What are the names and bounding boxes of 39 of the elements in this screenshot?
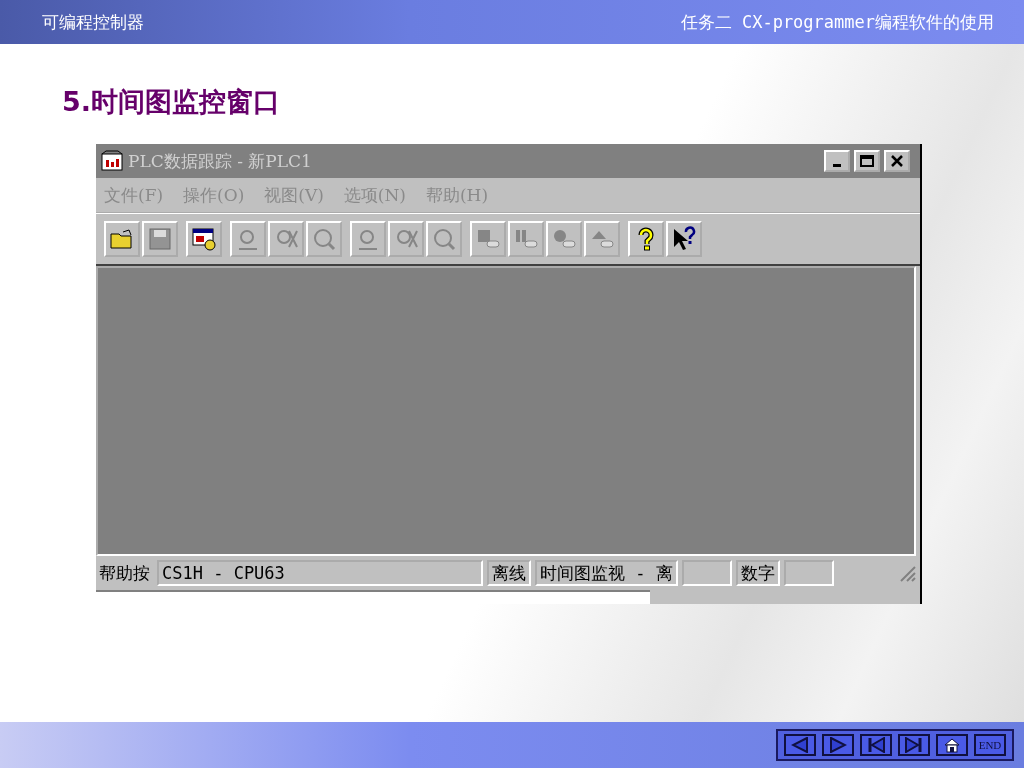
nav-button[interactable] <box>936 734 968 756</box>
slide-heading: 5.时间图监控窗口 <box>62 85 282 119</box>
toolbar-button[interactable] <box>666 221 702 257</box>
status-text: 帮助按 <box>98 561 151 585</box>
minimize-icon <box>833 163 841 167</box>
status-pane: CS1H - CPU63 <box>157 560 483 586</box>
status-pane: 数字 <box>735 560 780 586</box>
magnifier-icon <box>431 227 457 251</box>
window-title: PLC数据跟踪 - 新PLC1 <box>128 149 313 173</box>
window-gear-icon <box>191 227 217 251</box>
task-title: 任务二 CX-programmer编程软件的使用 <box>680 10 994 34</box>
skip-back-icon <box>867 737 885 753</box>
question-mark-icon <box>638 227 654 251</box>
folder-icon <box>109 228 135 250</box>
toolbar-button[interactable] <box>628 221 664 257</box>
magnifier-icon <box>311 227 337 251</box>
right-triangle-icon <box>829 737 847 753</box>
app-icon <box>100 150 124 172</box>
skip-forward-icon <box>905 737 923 753</box>
status-pane <box>783 560 834 586</box>
course-title: 可编程控制器 <box>42 10 144 34</box>
minimize-button[interactable] <box>824 150 850 172</box>
pointer-question-icon <box>671 226 697 252</box>
close-icon <box>891 155 903 167</box>
toolbar-button[interactable] <box>186 221 222 257</box>
maximize-button[interactable] <box>854 150 880 172</box>
resize-grip-icon <box>898 564 916 582</box>
home-icon <box>943 737 961 753</box>
nav-button[interactable]: END <box>974 734 1006 756</box>
circle-link-icon <box>551 227 577 251</box>
maximize-icon <box>860 155 874 167</box>
status-pane <box>681 560 732 586</box>
status-pane: 离线 <box>487 560 531 586</box>
square-link-icon <box>475 227 501 251</box>
status-pane: 时间图监视 - 离 <box>535 560 678 586</box>
close-button[interactable] <box>884 150 910 172</box>
left-triangle-icon <box>791 737 809 753</box>
toolbar-button[interactable] <box>104 221 140 257</box>
bars-link-icon <box>513 227 539 251</box>
